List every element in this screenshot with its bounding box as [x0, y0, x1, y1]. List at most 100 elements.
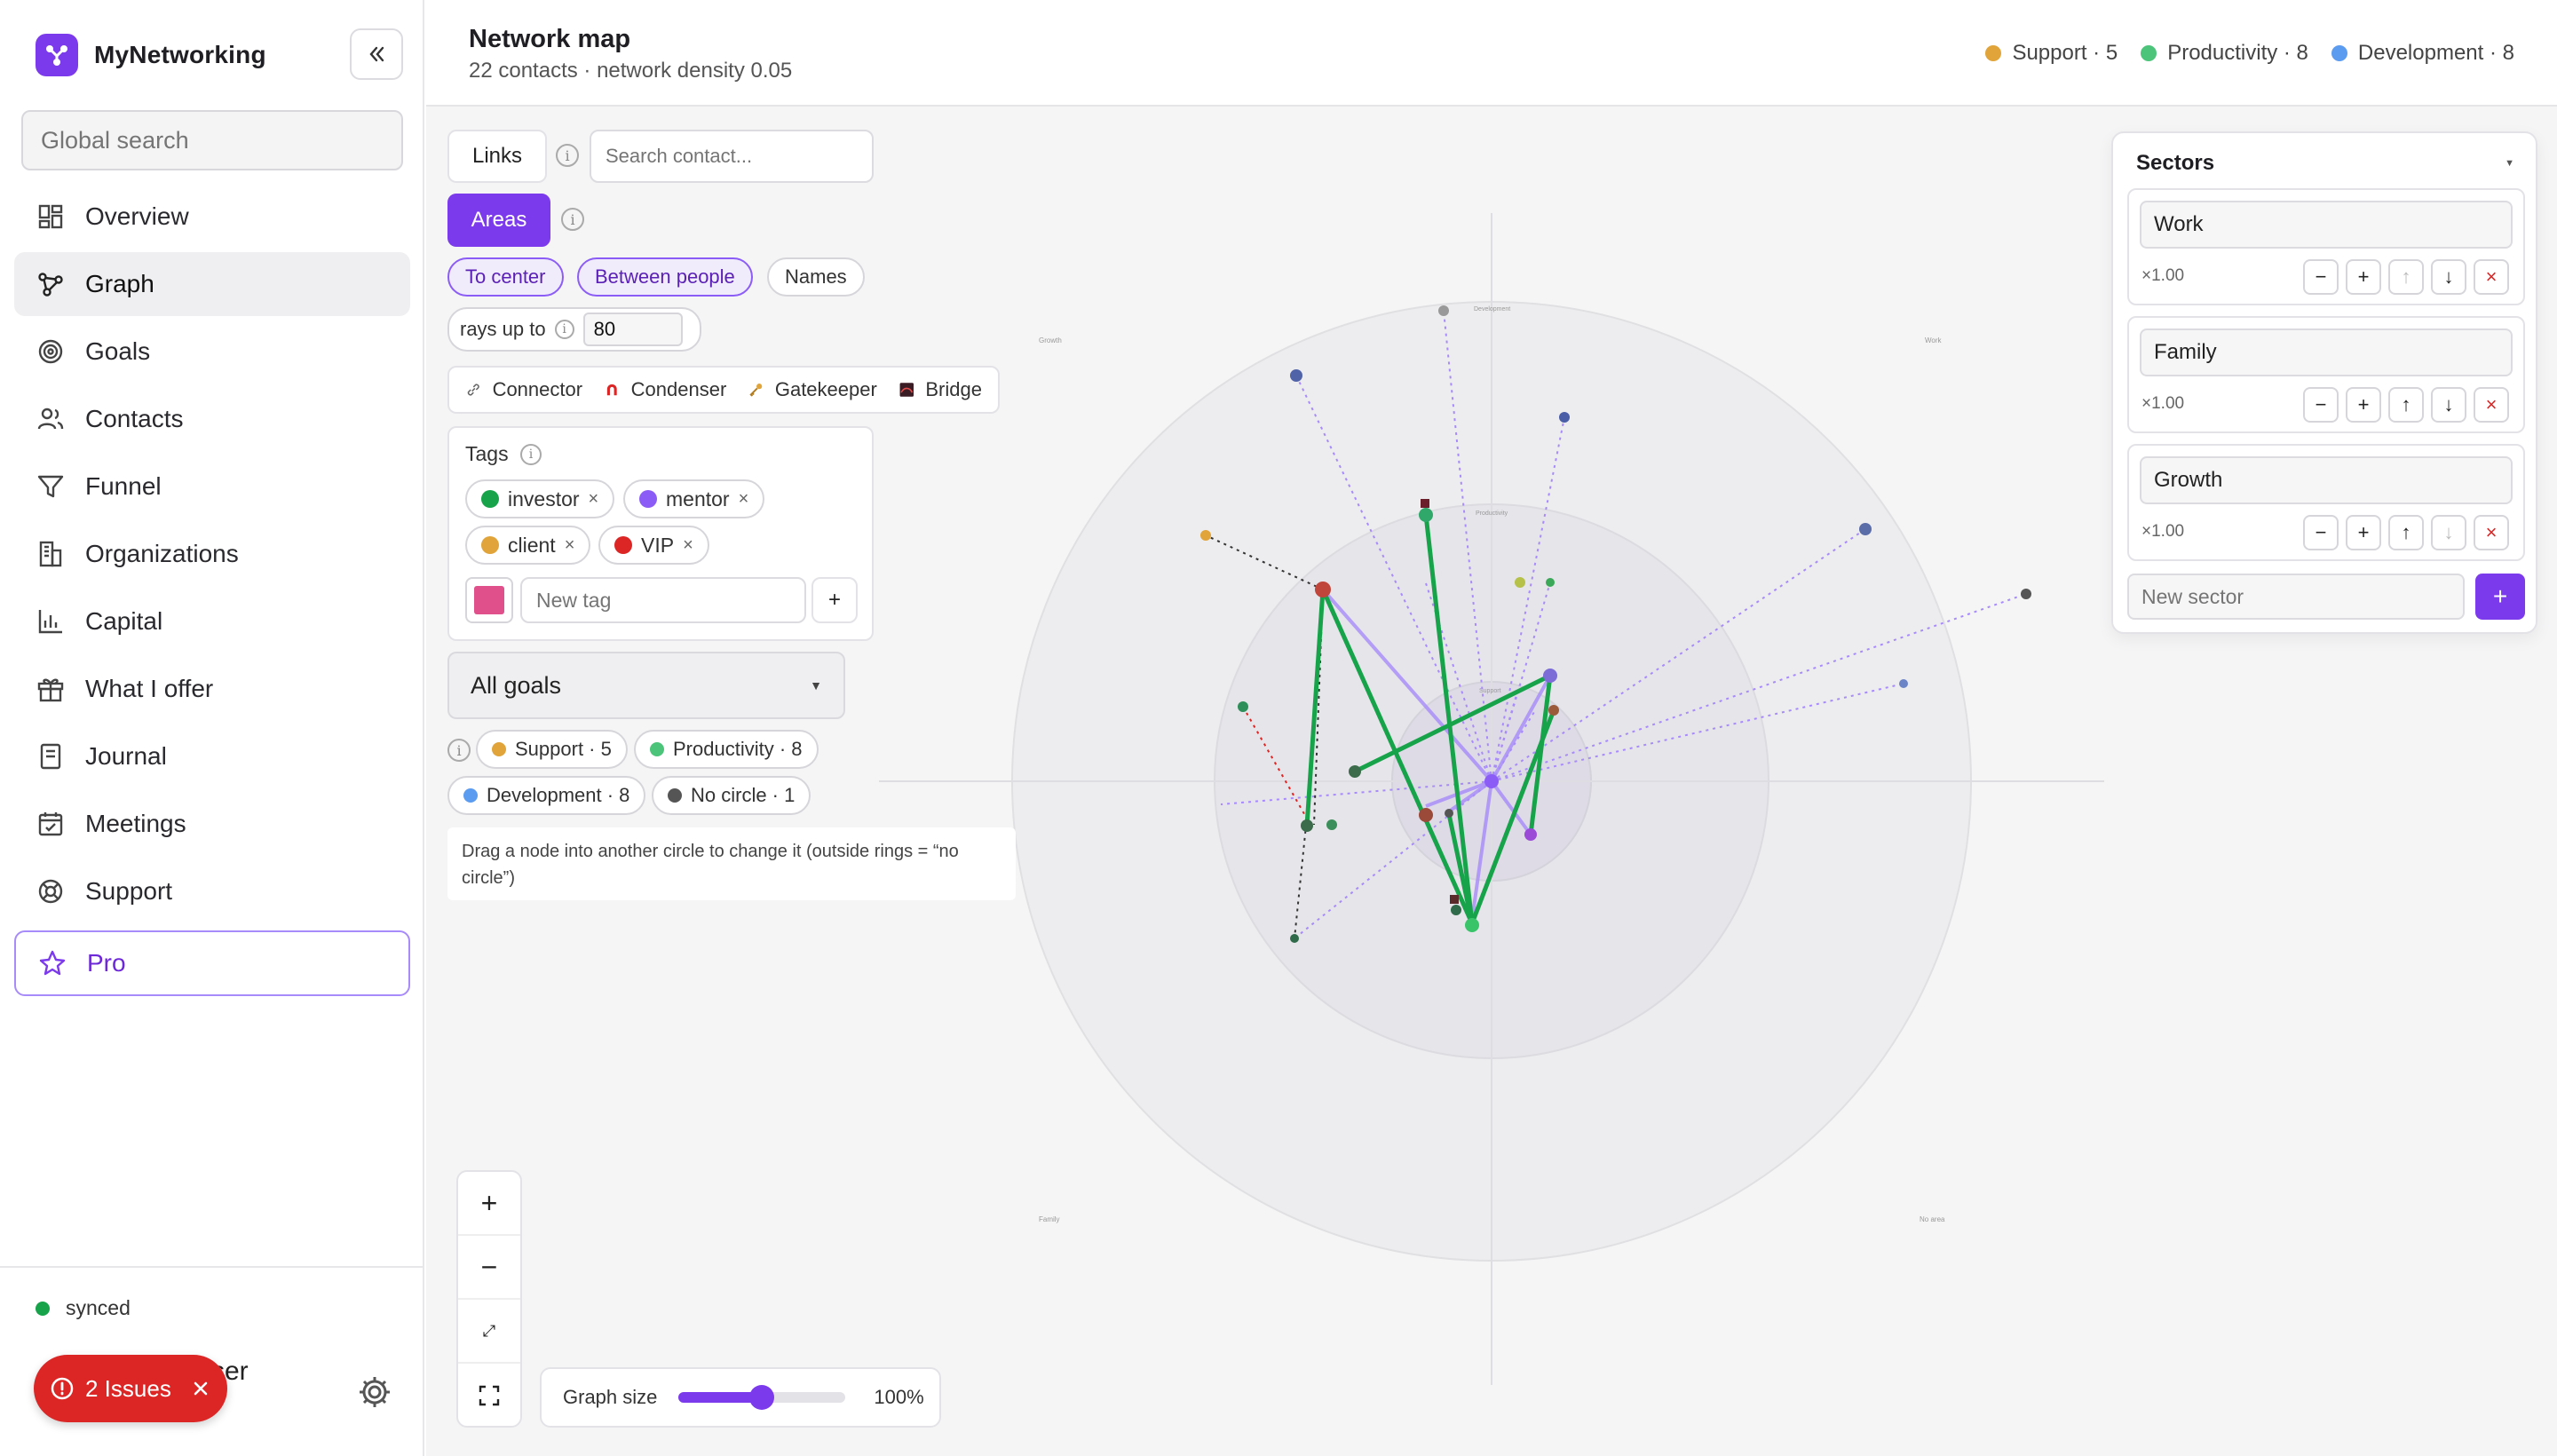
add-tag-button[interactable]: +	[811, 577, 858, 623]
delete-sector-button[interactable]: ×	[2474, 515, 2509, 550]
circle-chip-productivity[interactable]: Productivity · 8	[634, 730, 819, 769]
node[interactable]	[1326, 819, 1337, 830]
move-up-button[interactable]: ↑	[2388, 259, 2424, 295]
new-sector-input[interactable]	[2127, 574, 2465, 620]
close-icon[interactable]	[189, 1377, 212, 1400]
rays-value-input[interactable]: 80	[582, 313, 683, 346]
nav-item-graph[interactable]: Graph	[14, 252, 410, 316]
decrease-weight-button[interactable]: −	[2303, 515, 2339, 550]
node[interactable]	[1290, 369, 1302, 382]
zoom-in-button[interactable]: +	[458, 1172, 520, 1236]
node[interactable]	[1438, 305, 1449, 316]
remove-tag-icon[interactable]: ×	[683, 535, 693, 556]
nav-item-pro[interactable]: Pro	[14, 930, 410, 996]
nav-item-what-i-offer[interactable]: What I offer	[14, 657, 410, 721]
nav-item-goals[interactable]: Goals	[14, 320, 410, 384]
remove-tag-icon[interactable]: ×	[739, 489, 749, 510]
brand[interactable]: MyNetworking	[36, 34, 266, 76]
tag-chip-vip[interactable]: VIP ×	[598, 526, 709, 565]
node[interactable]	[1543, 669, 1557, 683]
zoom-out-button[interactable]: −	[458, 1236, 520, 1300]
nav-item-funnel[interactable]: Funnel	[14, 455, 410, 518]
remove-tag-icon[interactable]: ×	[589, 489, 599, 510]
circle-chip-development[interactable]: Development · 8	[447, 776, 646, 815]
info-icon[interactable]: i	[520, 444, 542, 465]
remove-tag-icon[interactable]: ×	[565, 535, 575, 556]
node[interactable]	[1465, 918, 1479, 932]
tag-label: VIP	[641, 533, 675, 557]
goals-select[interactable]: All goals ▼	[447, 652, 845, 719]
node[interactable]	[1859, 523, 1872, 535]
fullscreen-button[interactable]	[458, 1364, 520, 1428]
tag-chip-investor[interactable]: investor ×	[465, 479, 615, 518]
node[interactable]	[1238, 701, 1248, 712]
node[interactable]	[1548, 705, 1559, 716]
increase-weight-button[interactable]: +	[2346, 515, 2381, 550]
nav-item-overview[interactable]: Overview	[14, 185, 410, 249]
move-up-button[interactable]: ↑	[2388, 387, 2424, 423]
node[interactable]	[1899, 679, 1908, 688]
node[interactable]	[1200, 530, 1211, 541]
to-center-toggle[interactable]: To center	[447, 257, 564, 297]
move-down-button[interactable]: ↓	[2431, 515, 2466, 550]
new-tag-color-picker[interactable]	[465, 577, 513, 623]
move-up-button[interactable]: ↑	[2388, 515, 2424, 550]
issues-badge[interactable]: 2 Issues	[34, 1355, 227, 1422]
node[interactable]	[1315, 582, 1331, 597]
circle-chip-support[interactable]: Support · 5	[476, 730, 628, 769]
node[interactable]	[1349, 765, 1361, 778]
node[interactable]	[1559, 412, 1570, 423]
node[interactable]	[1546, 578, 1555, 587]
gear-icon[interactable]	[355, 1373, 394, 1412]
nav-item-journal[interactable]: Journal	[14, 724, 410, 788]
node[interactable]	[1515, 577, 1525, 588]
decrease-weight-button[interactable]: −	[2303, 259, 2339, 295]
node[interactable]	[1445, 809, 1453, 818]
info-icon[interactable]: i	[554, 320, 574, 339]
fit-view-button[interactable]: ⤢	[458, 1300, 520, 1364]
contact-search-input[interactable]	[590, 130, 874, 183]
node[interactable]	[1419, 808, 1433, 822]
node[interactable]	[1524, 828, 1537, 841]
between-people-toggle[interactable]: Between people	[577, 257, 753, 297]
add-sector-button[interactable]: +	[2475, 574, 2525, 620]
decrease-weight-button[interactable]: −	[2303, 387, 2339, 423]
node[interactable]	[1419, 508, 1433, 522]
info-icon[interactable]: i	[561, 208, 584, 231]
nav-item-organizations[interactable]: Organizations	[14, 522, 410, 586]
node[interactable]	[2021, 589, 2031, 599]
collapse-sectors-icon[interactable]: ▼	[2505, 158, 2514, 169]
move-down-button[interactable]: ↓	[2431, 259, 2466, 295]
node-center[interactable]	[1484, 774, 1499, 788]
info-icon[interactable]: i	[447, 739, 471, 762]
node[interactable]	[1451, 905, 1461, 915]
sector-name-input[interactable]: Family	[2140, 328, 2513, 376]
nav-item-contacts[interactable]: Contacts	[14, 387, 410, 451]
collapse-sidebar-button[interactable]	[350, 28, 403, 80]
sector-name-input[interactable]: Growth	[2140, 456, 2513, 504]
names-toggle[interactable]: Names	[767, 257, 865, 297]
nav-item-meetings[interactable]: Meetings	[14, 792, 410, 856]
increase-weight-button[interactable]: +	[2346, 259, 2381, 295]
new-tag-input[interactable]	[520, 577, 806, 623]
areas-toggle-button[interactable]: Areas	[447, 194, 550, 247]
increase-weight-button[interactable]: +	[2346, 387, 2381, 423]
move-down-button[interactable]: ↓	[2431, 387, 2466, 423]
info-icon[interactable]: i	[556, 144, 579, 167]
sector-name-input[interactable]: Work	[2140, 201, 2513, 249]
sector-label-growth: Growth	[1039, 336, 1062, 344]
global-search-input[interactable]	[21, 110, 403, 170]
circle-chip-no-circle[interactable]: No circle · 1	[652, 776, 811, 815]
nav-item-support[interactable]: Support	[14, 859, 410, 923]
tag-chip-client[interactable]: client ×	[465, 526, 591, 565]
slider-thumb[interactable]	[749, 1385, 775, 1410]
nav-item-capital[interactable]: Capital	[14, 590, 410, 653]
links-toggle-button[interactable]: Links	[447, 130, 547, 183]
tag-chip-mentor[interactable]: mentor ×	[623, 479, 765, 518]
delete-sector-button[interactable]: ×	[2474, 387, 2509, 423]
issues-label: 2 Issues	[85, 1374, 171, 1402]
node[interactable]	[1301, 819, 1313, 832]
delete-sector-button[interactable]: ×	[2474, 259, 2509, 295]
graph-size-slider[interactable]	[678, 1385, 846, 1410]
node[interactable]	[1290, 934, 1299, 943]
